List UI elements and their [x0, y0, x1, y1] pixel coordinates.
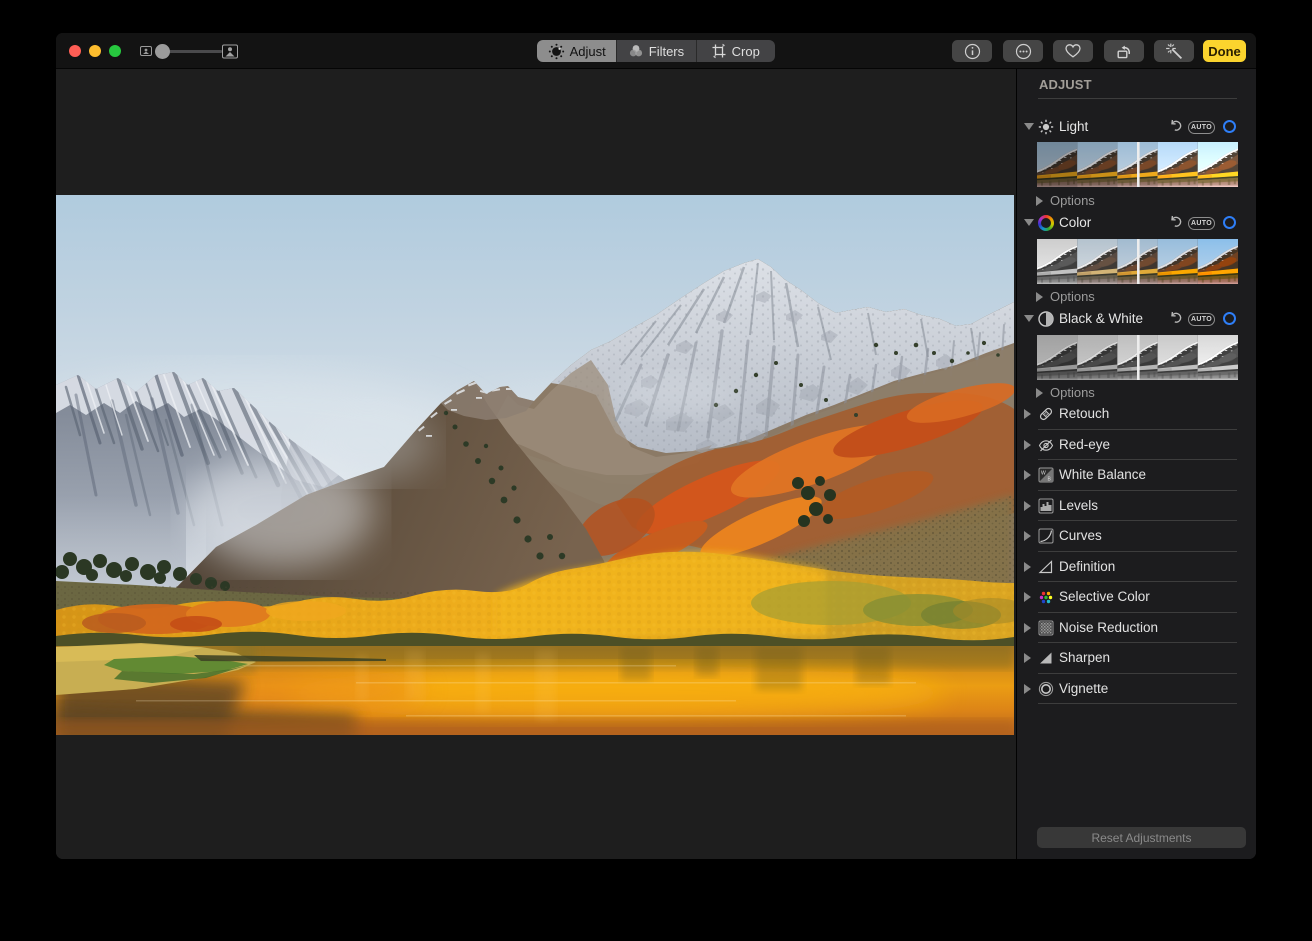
svg-text:W: W: [1041, 471, 1046, 477]
